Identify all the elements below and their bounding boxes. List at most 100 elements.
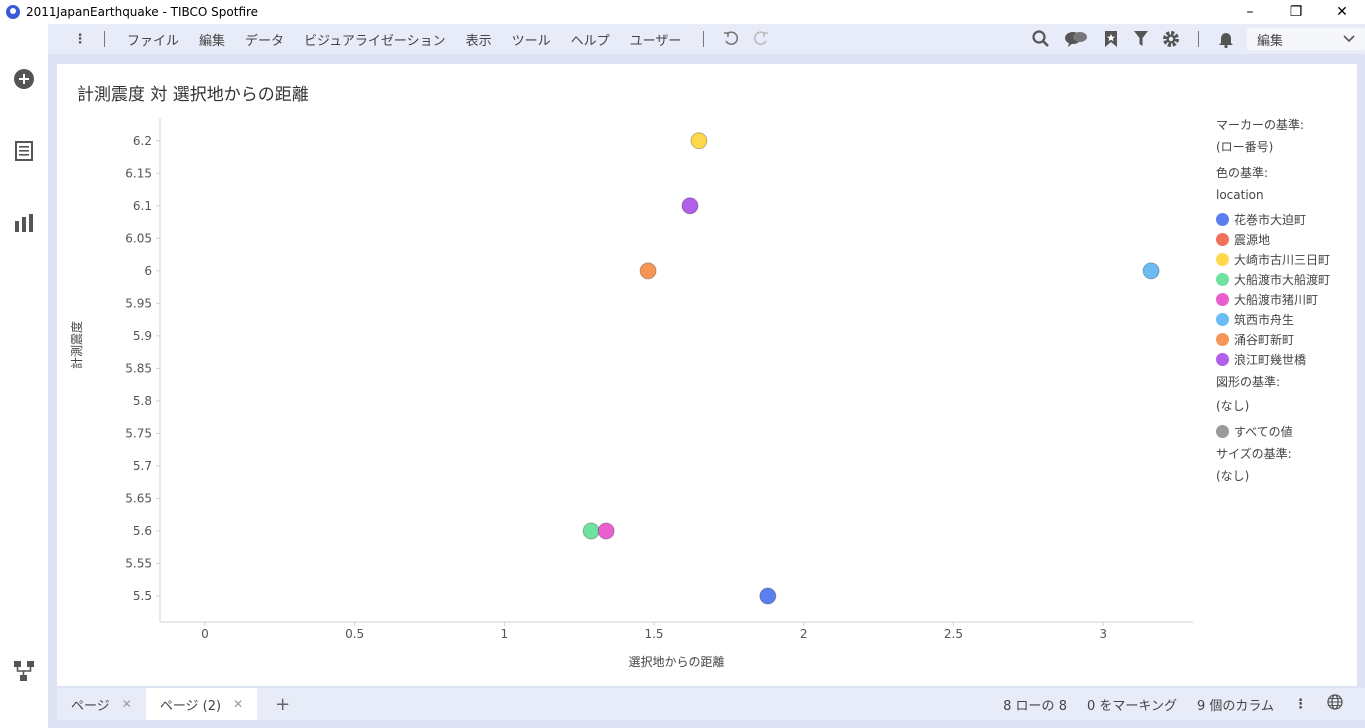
- y-tick-label: 6.2: [133, 134, 152, 148]
- legend-item-label: 大船渡市猪川町: [1234, 292, 1319, 307]
- status-marked-count: 0 をマーキング: [1086, 698, 1177, 714]
- legend-swatch: [1216, 424, 1229, 438]
- legend: マーカーの基準: (ロー番号) 色の基準: location 花巻市大迫町 震源地…: [1216, 114, 1361, 487]
- menu-view[interactable]: 表示: [456, 30, 502, 49]
- legend-swatch: [1216, 332, 1229, 346]
- x-tick-label: 0.5: [345, 627, 364, 641]
- legend-item[interactable]: 大崎市古川三日町: [1216, 249, 1361, 269]
- legend-item-label: 大崎市古川三日町: [1234, 252, 1331, 267]
- legend-swatch: [1216, 272, 1229, 286]
- x-tick-label: 2: [800, 627, 808, 641]
- menu-tools[interactable]: ツール: [502, 30, 561, 49]
- status-more-icon[interactable]: ⋮: [1284, 697, 1317, 712]
- minimize-icon[interactable]: –: [1227, 0, 1273, 24]
- search-icon[interactable]: [1026, 24, 1056, 54]
- legend-shape-by-value[interactable]: (なし): [1216, 395, 1361, 417]
- data-point[interactable]: [582, 522, 600, 540]
- legend-marker-by-label: マーカーの基準:: [1216, 118, 1305, 132]
- legend-item[interactable]: 大船渡市大船渡町: [1216, 269, 1361, 289]
- data-point[interactable]: [597, 522, 615, 540]
- scatter-plot[interactable]: 5.5 5.55 5.6 5.65 5.7 5.75 5.8 5.85 5.9 5.95 6 6.05…: [57, 64, 1207, 682]
- data-point[interactable]: [690, 132, 708, 150]
- status-column-count: 9 個のカラム: [1196, 698, 1274, 714]
- y-axis-title[interactable]: 計測震度: [69, 321, 84, 369]
- legend-shape-item[interactable]: すべての値: [1216, 421, 1361, 441]
- legend-item-label: 花巻市大迫町: [1234, 212, 1307, 227]
- x-axis-title[interactable]: 選択地からの距離: [628, 655, 724, 669]
- restore-icon[interactable]: ❐: [1273, 0, 1319, 24]
- visualization-types-icon[interactable]: [11, 210, 37, 236]
- menu-data[interactable]: データ: [235, 30, 294, 49]
- legend-shape-item-label: すべての値: [1234, 424, 1293, 439]
- settings-gear-icon[interactable]: [1156, 24, 1186, 54]
- filter-icon[interactable]: [1126, 24, 1156, 54]
- more-options-icon[interactable]: ⋮: [68, 32, 92, 47]
- collaboration-icon[interactable]: [1056, 24, 1096, 54]
- legend-item[interactable]: 浪江町幾世橋: [1216, 349, 1361, 369]
- menu-user[interactable]: ユーザー: [620, 30, 692, 49]
- y-tick-label: 5.85: [125, 361, 152, 375]
- legend-item-label: 大船渡市大船渡町: [1234, 272, 1331, 287]
- spotfire-logo-icon: [6, 5, 20, 19]
- add-page-icon[interactable]: +: [257, 694, 308, 715]
- y-tick-label: 6.1: [133, 199, 152, 213]
- window-title: 2011JapanEarthquake - TIBCO Spotfire: [26, 5, 259, 19]
- page-tab-label: ページ (2): [159, 698, 222, 714]
- legend-item[interactable]: 震源地: [1216, 229, 1361, 249]
- menu-help[interactable]: ヘルプ: [561, 30, 620, 49]
- menu-edit[interactable]: 編集: [189, 30, 235, 49]
- legend-color-by-value[interactable]: location: [1216, 184, 1361, 206]
- add-data-icon[interactable]: [11, 66, 37, 92]
- legend-item-label: 震源地: [1234, 232, 1271, 247]
- legend-size-by-label: サイズの基準:: [1216, 447, 1292, 461]
- data-point[interactable]: [759, 587, 777, 605]
- legend-marker-by-value[interactable]: (ロー番号): [1216, 136, 1361, 158]
- legend-swatch: [1216, 312, 1229, 326]
- status-row-count: 8 ローの 8: [1003, 698, 1067, 714]
- redo-icon[interactable]: [746, 24, 776, 54]
- legend-item-label: 涌谷町新町: [1234, 332, 1295, 347]
- undo-icon[interactable]: [716, 24, 746, 54]
- y-tick-label: 6.05: [125, 231, 152, 245]
- notifications-bell-icon[interactable]: [1211, 24, 1241, 54]
- mode-select[interactable]: 編集: [1247, 28, 1365, 50]
- y-tick-label: 5.55: [125, 556, 152, 570]
- y-tick-label: 5.75: [125, 426, 152, 440]
- window-title-bar: 2011JapanEarthquake - TIBCO Spotfire – ❐…: [0, 0, 1365, 24]
- x-tick-label: 3: [1099, 627, 1107, 641]
- y-tick-label: 6.15: [125, 166, 152, 180]
- menu-file[interactable]: ファイル: [117, 30, 189, 49]
- legend-item[interactable]: 大船渡市猪川町: [1216, 289, 1361, 309]
- menu-visualization[interactable]: ビジュアライゼーション: [294, 30, 456, 49]
- page-tab[interactable]: ページ ✕: [57, 688, 146, 720]
- data-point[interactable]: [1142, 262, 1160, 280]
- globe-icon[interactable]: [1317, 694, 1365, 714]
- legend-item-label: 浪江町幾世橋: [1234, 352, 1307, 367]
- menu-bar: ⋮ ファイル 編集 データ ビジュアライゼーション 表示 ツール ヘルプ ユーザ…: [48, 24, 1365, 54]
- legend-item[interactable]: 涌谷町新町: [1216, 329, 1361, 349]
- x-tick-label: 2.5: [944, 627, 963, 641]
- bookmark-icon[interactable]: [1096, 24, 1126, 54]
- files-and-data-icon[interactable]: [11, 138, 37, 164]
- close-tab-icon[interactable]: ✕: [233, 697, 243, 711]
- legend-size-by-value[interactable]: (なし): [1216, 465, 1361, 487]
- menu-separator: [104, 31, 105, 47]
- data-canvas-icon[interactable]: [11, 658, 37, 684]
- close-icon[interactable]: ✕: [1319, 0, 1365, 24]
- x-tick-label: 0: [201, 627, 209, 641]
- legend-item[interactable]: 筑西市舟生: [1216, 309, 1361, 329]
- chevron-down-icon: [1343, 32, 1355, 47]
- legend-item-label: 筑西市舟生: [1234, 312, 1295, 327]
- bottom-bar: ページ ✕ ページ (2) ✕ + 8 ローの 8 0 をマーキング 9 個のカ…: [57, 688, 1365, 720]
- page-tab-active[interactable]: ページ (2) ✕: [145, 688, 258, 720]
- data-point[interactable]: [681, 197, 699, 215]
- data-point[interactable]: [639, 262, 657, 280]
- y-tick-label: 5.65: [125, 491, 152, 505]
- legend-color-by-label: 色の基準:: [1216, 166, 1269, 180]
- y-tick-label: 6: [144, 264, 152, 278]
- close-tab-icon[interactable]: ✕: [122, 697, 132, 711]
- legend-swatch: [1216, 212, 1229, 226]
- legend-item[interactable]: 花巻市大迫町: [1216, 209, 1361, 229]
- page-tab-label: ページ: [71, 698, 110, 714]
- menu-separator: [703, 31, 705, 47]
